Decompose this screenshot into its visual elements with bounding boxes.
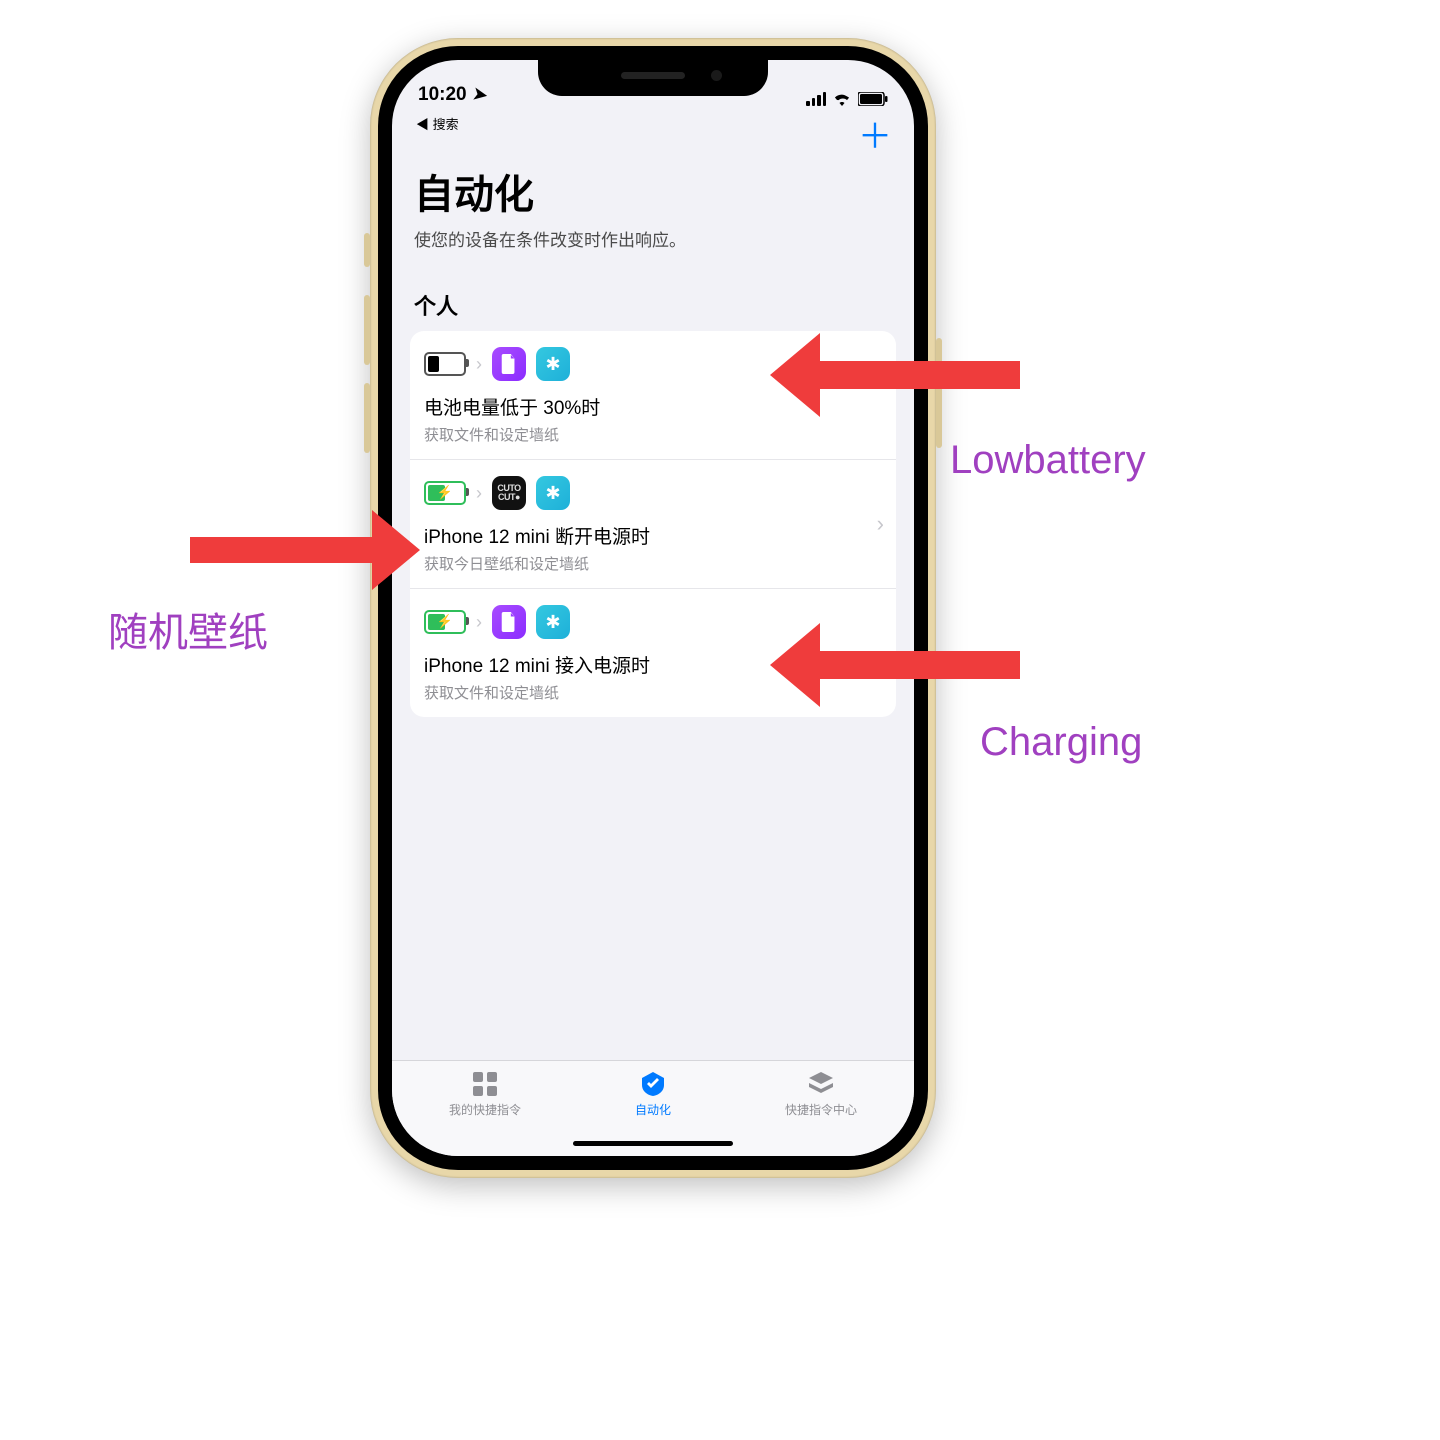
wifi-icon <box>832 91 852 106</box>
automation-row-subtitle: 获取文件和设定墙纸 <box>424 424 882 445</box>
section-personal-label: 个人 <box>392 259 914 331</box>
power-button <box>936 338 942 448</box>
add-automation-button[interactable]: ＋ <box>858 120 892 154</box>
chevron-right-icon: › <box>476 483 482 504</box>
page-subtitle: 使您的设备在条件改变时作出响应。 <box>414 226 892 251</box>
tab-label: 我的快捷指令 <box>449 1101 521 1118</box>
automation-row-connect-power[interactable]: ⚡ › ✱ iPhone 12 mini 接入电源时 获取文件和设定墙纸 <box>410 589 896 717</box>
tab-label: 快捷指令中心 <box>785 1101 857 1118</box>
tab-bar: 我的快捷指令 自动化 快捷指令中心 <box>392 1060 914 1156</box>
tab-label: 自动化 <box>635 1101 671 1118</box>
charging-icon: ⚡ <box>424 610 466 634</box>
settings-gear-icon: ✱ <box>536 476 570 510</box>
automation-row-title: iPhone 12 mini 断开电源时 <box>424 522 882 549</box>
annotation-label-lowbattery: Lowbattery <box>950 438 1146 483</box>
settings-gear-icon: ✱ <box>536 605 570 639</box>
file-icon <box>492 605 526 639</box>
cellular-icon <box>806 92 826 106</box>
home-indicator[interactable] <box>573 1141 733 1146</box>
annotation-label-charging: Charging <box>980 720 1142 765</box>
automation-row-subtitle: 获取文件和设定墙纸 <box>424 682 882 703</box>
volume-down-button <box>364 383 370 453</box>
back-to-search[interactable]: ◀ 搜索 <box>416 114 459 133</box>
volume-up-button <box>364 295 370 365</box>
location-icon: ➤ <box>471 84 489 106</box>
page-title: 自动化 <box>414 162 892 220</box>
chevron-right-icon: › <box>476 354 482 375</box>
automation-row-disconnect-power[interactable]: ⚡ › CUTOCUT● ✱ iPhone 12 mini 断开电源时 获取今日… <box>410 460 896 589</box>
file-icon <box>492 347 526 381</box>
disclosure-chevron-icon: › <box>877 511 884 537</box>
status-time: 10:20 <box>418 84 467 106</box>
automation-row-subtitle: 获取今日壁纸和设定墙纸 <box>424 553 882 574</box>
automation-badge-icon <box>638 1071 668 1097</box>
cuto-app-icon: CUTOCUT● <box>492 476 526 510</box>
automation-list: › ✱ 电池电量低于 30%时 获取文件和设定墙纸 ⚡ › CUTOCUT● <box>410 331 896 717</box>
automation-row-title: 电池电量低于 30%时 <box>424 393 882 420</box>
mute-switch <box>364 233 370 267</box>
phone-frame: 10:20 ➤ ◀ 搜索 ＋ 自 <box>370 38 936 1178</box>
settings-gear-icon: ✱ <box>536 347 570 381</box>
chevron-right-icon: › <box>476 612 482 633</box>
battery-icon <box>858 92 888 106</box>
grid-icon <box>470 1071 500 1097</box>
screen: 10:20 ➤ ◀ 搜索 ＋ 自 <box>392 60 914 1156</box>
layers-icon <box>806 1071 836 1097</box>
automation-row-low-battery[interactable]: › ✱ 电池电量低于 30%时 获取文件和设定墙纸 <box>410 331 896 460</box>
notch <box>538 60 768 96</box>
tab-my-shortcuts[interactable]: 我的快捷指令 <box>449 1071 521 1118</box>
annotation-label-random-wallpaper: 随机壁纸 <box>108 600 268 658</box>
automation-row-title: iPhone 12 mini 接入电源时 <box>424 651 882 678</box>
tab-automation[interactable]: 自动化 <box>635 1071 671 1118</box>
tab-gallery[interactable]: 快捷指令中心 <box>785 1071 857 1118</box>
battery-low-icon <box>424 352 466 376</box>
nav-bar: ＋ <box>392 112 914 162</box>
charging-icon: ⚡ <box>424 481 466 505</box>
